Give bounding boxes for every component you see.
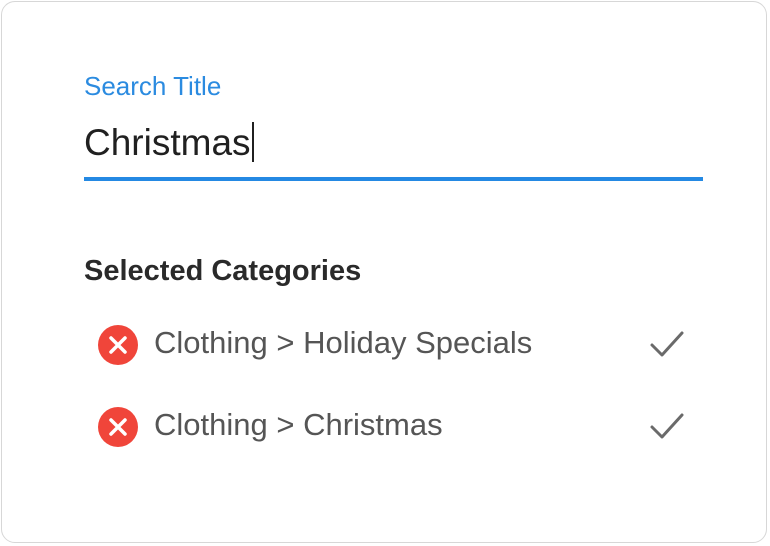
search-card: Search Title Christmas Selected Categori…	[1, 1, 767, 543]
search-title-input[interactable]: Christmas	[84, 120, 703, 176]
category-label: Clothing > Christmas	[154, 407, 443, 442]
remove-circle-icon[interactable]	[98, 325, 138, 365]
search-title-value: Christmas	[84, 122, 251, 163]
checkmark-icon	[648, 327, 686, 366]
category-item: Clothing > Holiday Specials	[98, 321, 698, 365]
category-label: Clothing > Holiday Specials	[154, 325, 533, 360]
search-title-label: Search Title	[84, 71, 222, 101]
selected-categories-heading: Selected Categories	[84, 255, 362, 287]
category-item: Clothing > Christmas	[98, 403, 698, 447]
text-caret	[251, 122, 254, 162]
remove-circle-icon[interactable]	[98, 407, 138, 447]
checkmark-icon	[648, 409, 686, 448]
search-input-underline	[84, 177, 703, 181]
